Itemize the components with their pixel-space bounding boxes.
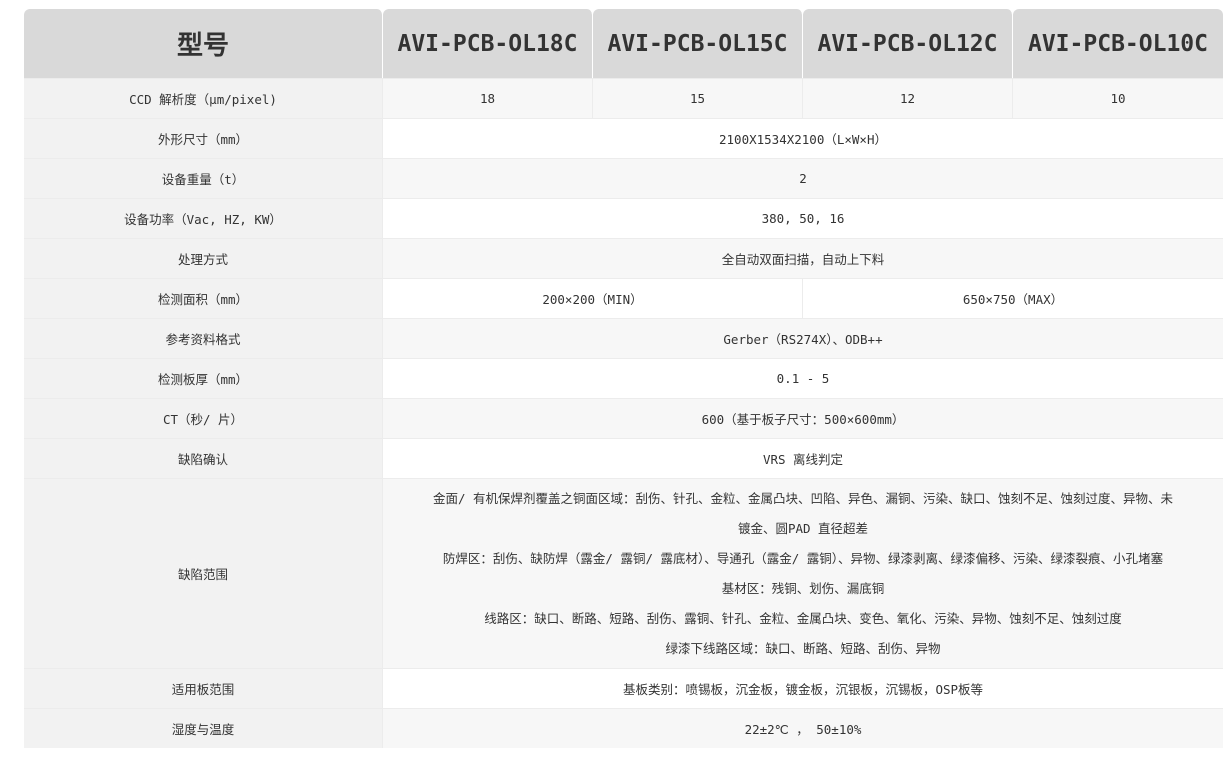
model-header-12c: AVI-PCB-OL12C [803,9,1013,78]
defects-line: 防焊区：刮伤、缺防焊（露金/ 露铜/ 露底材）、导通孔（露金/ 露铜）、异物、绿… [442,550,1164,566]
table-row-defects: 缺陷范围 金面/ 有机保焊剂覆盖之铜面区域：刮伤、针孔、金粒、金属凸块、凹陷、异… [24,478,1223,668]
row-label: 适用板范围 [24,668,383,708]
row-label: 湿度与温度 [24,708,383,748]
defects-line: 绿漆下线路区域：缺口、断路、短路、刮伤、异物 [665,640,941,656]
ccd-value-18c: 18 [383,78,593,118]
row-label: 检测面积（mm） [24,278,383,318]
env-value: 22±2℃ ， 50±10% [383,708,1223,748]
table-row-dimensions: 外形尺寸（mm） 2100X1534X2100（L×W×H） [24,118,1223,158]
model-header-10c: AVI-PCB-OL10C [1013,9,1223,78]
defects-value: 金面/ 有机保焊剂覆盖之铜面区域：刮伤、针孔、金粒、金属凸块、凹陷、异色、漏铜、… [383,478,1223,668]
row-label: CT（秒/ 片） [24,398,383,438]
ccd-value-10c: 10 [1013,78,1223,118]
table-row-processing: 处理方式 全自动双面扫描，自动上下料 [24,238,1223,278]
defects-line: 金面/ 有机保焊剂覆盖之铜面区域：刮伤、针孔、金粒、金属凸块、凹陷、异色、漏铜、… [432,490,1174,506]
spec-table: 型号 AVI-PCB-OL18C AVI-PCB-OL15C AVI-PCB-O… [24,9,1223,748]
table-row-reference: 参考资料格式 Gerber（RS274X）、ODB++ [24,318,1223,358]
table-row-env: 湿度与温度 22±2℃ ， 50±10% [24,708,1223,748]
reference-value: Gerber（RS274X）、ODB++ [383,318,1223,358]
table-row-weight: 设备重量（t） 2 [24,158,1223,198]
power-value: 380, 50, 16 [383,198,1223,238]
table-row-area: 检测面积（mm） 200×200（MIN） 650×750（MAX） [24,278,1223,318]
model-header-18c: AVI-PCB-OL18C [383,9,593,78]
row-label: 设备功率（Vac, HZ, KW） [24,198,383,238]
header-row: 型号 AVI-PCB-OL18C AVI-PCB-OL15C AVI-PCB-O… [24,9,1223,78]
table-row-confirm: 缺陷确认 VRS 离线判定 [24,438,1223,478]
model-header-15c: AVI-PCB-OL15C [593,9,803,78]
defects-line: 基材区：残铜、划伤、漏底铜 [721,580,885,596]
defects-line: 镀金、圆PAD 直径超差 [737,520,869,536]
row-label: 检测板厚（mm） [24,358,383,398]
table-row-boards: 适用板范围 基板类别：喷锡板，沉金板，镀金板，沉银板，沉锡板，OSP板等 [24,668,1223,708]
row-label: 缺陷确认 [24,438,383,478]
table-row-power: 设备功率（Vac, HZ, KW） 380, 50, 16 [24,198,1223,238]
row-label: 外形尺寸（mm） [24,118,383,158]
table-row-ccd: CCD 解析度（μm/pixel) 18 15 12 10 [24,78,1223,118]
confirm-value: VRS 离线判定 [383,438,1223,478]
table-row-ct: CT（秒/ 片） 600（基于板子尺寸：500×600mm） [24,398,1223,438]
processing-value: 全自动双面扫描，自动上下料 [383,238,1223,278]
row-label: CCD 解析度（μm/pixel) [24,78,383,118]
table-row-thickness: 检测板厚（mm） 0.1 - 5 [24,358,1223,398]
boards-value: 基板类别：喷锡板，沉金板，镀金板，沉银板，沉锡板，OSP板等 [383,668,1223,708]
area-max-value: 650×750（MAX） [803,278,1223,318]
thickness-value: 0.1 - 5 [383,358,1223,398]
weight-value: 2 [383,158,1223,198]
area-min-value: 200×200（MIN） [383,278,803,318]
row-label: 处理方式 [24,238,383,278]
defects-line: 线路区：缺口、断路、短路、刮伤、露铜、针孔、金粒、金属凸块、变色、氧化、污染、异… [484,610,1122,626]
row-label: 缺陷范围 [24,478,383,668]
row-label: 设备重量（t） [24,158,383,198]
ccd-value-15c: 15 [593,78,803,118]
row-label: 参考资料格式 [24,318,383,358]
ct-value: 600（基于板子尺寸：500×600mm） [383,398,1223,438]
ccd-value-12c: 12 [803,78,1013,118]
model-label-header: 型号 [24,9,383,78]
dimensions-value: 2100X1534X2100（L×W×H） [383,118,1223,158]
